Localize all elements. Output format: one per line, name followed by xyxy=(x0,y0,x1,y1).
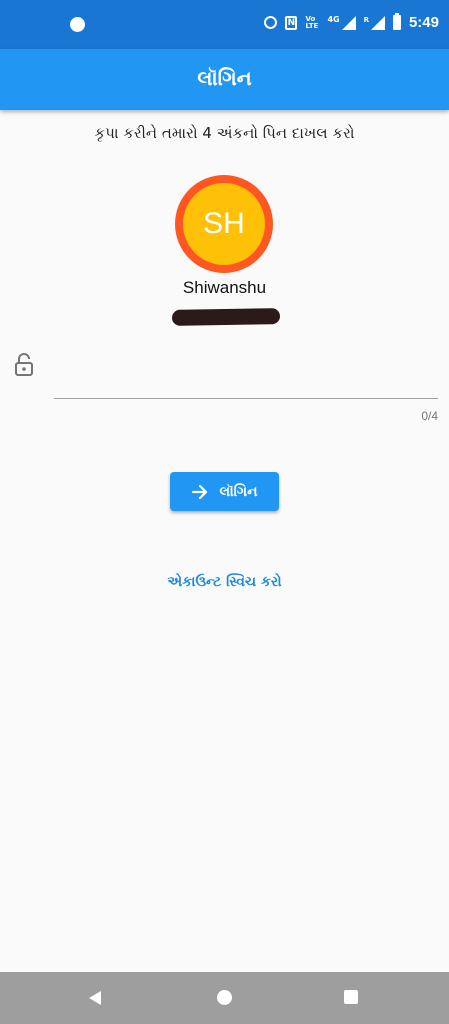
switch-account-link[interactable]: એકાઉન્ટ સ્વિચ કરો xyxy=(0,574,449,590)
user-name: Shiwanshu xyxy=(182,278,267,297)
avatar-initials: SH xyxy=(183,183,265,265)
notification-dot-icon xyxy=(70,17,85,32)
avatar: SH xyxy=(175,175,273,273)
login-button[interactable]: લૉગિન xyxy=(170,472,279,511)
lock-open-icon xyxy=(15,353,33,376)
login-button-label: લૉગિન xyxy=(219,483,258,500)
home-icon[interactable] xyxy=(217,990,232,1005)
pin-char-counter: 0/4 xyxy=(421,409,438,423)
app-bar: લૉગિન xyxy=(0,49,449,110)
signal-roaming-icon xyxy=(370,15,385,30)
recent-apps-icon[interactable] xyxy=(344,990,358,1004)
back-icon[interactable] xyxy=(87,990,103,1006)
arrow-right-icon xyxy=(192,484,208,499)
system-nav-bar xyxy=(0,972,449,1024)
page-title: લૉગિન xyxy=(197,66,252,90)
nfc-icon: N xyxy=(285,15,298,30)
status-time: 5:49 xyxy=(408,14,439,31)
volte-icon: Vo LTE xyxy=(305,14,319,30)
battery-icon xyxy=(392,13,401,30)
pin-underline xyxy=(54,398,438,399)
pin-input[interactable] xyxy=(54,340,442,398)
alarm-icon xyxy=(264,16,278,29)
network-type-label: 4G xyxy=(327,15,340,24)
redacted-scribble xyxy=(171,308,281,326)
roaming-label: R xyxy=(363,15,369,24)
status-icons: N Vo LTE 4G R 5:49 xyxy=(264,13,439,31)
status-bar: N Vo LTE 4G R 5:49 xyxy=(0,0,449,49)
signal-icon xyxy=(341,15,356,30)
pin-instruction: કૃપા કરીને તમારો 4 અંકનો પિન દાખલ કરો xyxy=(94,124,355,142)
